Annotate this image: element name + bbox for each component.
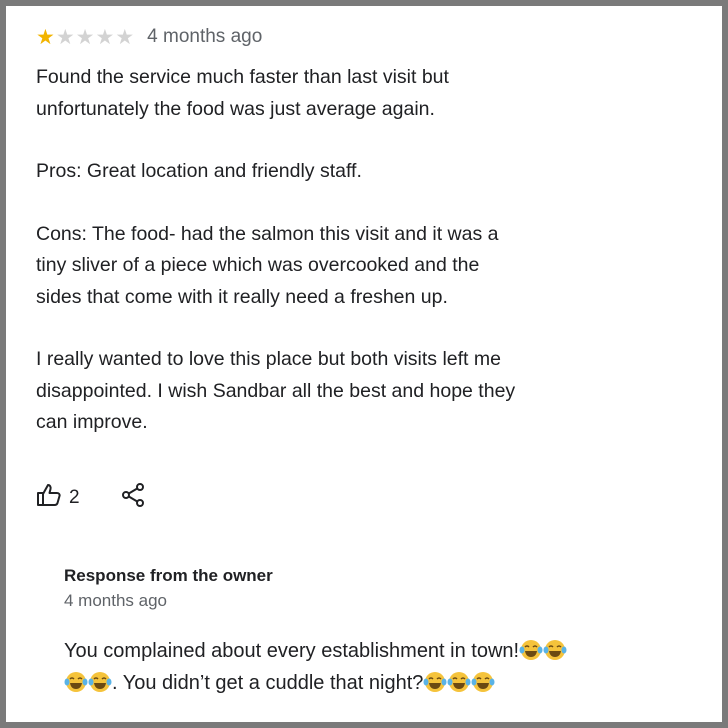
review-actions: 2 [36, 482, 146, 513]
review-text: Found the service much faster than last … [36, 62, 696, 470]
review-date: 4 months ago [147, 26, 263, 47]
star-empty-icon: ★ [115, 25, 135, 49]
star-empty-icon: ★ [55, 25, 75, 49]
response-title: Response from the owner [64, 566, 273, 585]
star-rating: ★ ★ ★ ★ ★ [36, 27, 135, 48]
face-with-tears-of-joy-icon [519, 639, 543, 661]
review-paragraph: Pros: Great location and friendly staff. [36, 160, 362, 182]
face-with-tears-of-joy-icon [471, 671, 495, 693]
like-count: 2 [69, 486, 80, 508]
star-filled-icon: ★ [36, 25, 55, 49]
face-with-tears-of-joy-icon [423, 671, 447, 693]
review-paragraph: I really wanted to love this place but b… [36, 348, 516, 433]
response-text-part: . You didn’t get a cuddle that night? [112, 672, 424, 694]
face-with-tears-of-joy-icon [64, 671, 88, 693]
share-button[interactable] [120, 482, 146, 513]
star-empty-icon: ★ [95, 25, 115, 49]
face-with-tears-of-joy-icon [88, 671, 112, 693]
review-card: ★ ★ ★ ★ ★ 4 months ago Found the service… [6, 6, 722, 722]
review-paragraph: Found the service much faster than last … [36, 66, 449, 120]
response-text-part: You complained about every establishment… [64, 640, 520, 662]
face-with-tears-of-joy-icon [447, 671, 471, 693]
like-button[interactable]: 2 [36, 482, 80, 513]
thumbs-up-icon [36, 482, 62, 513]
share-icon [120, 482, 146, 513]
response-date: 4 months ago [64, 591, 168, 610]
star-empty-icon: ★ [75, 25, 95, 49]
owner-response: Response from the owner 4 months ago You… [64, 566, 704, 699]
face-with-tears-of-joy-icon [543, 639, 567, 661]
response-text: You complained about every establishment… [64, 635, 704, 699]
review-header: ★ ★ ★ ★ ★ 4 months ago [36, 26, 262, 48]
review-paragraph: Cons: The food- had the salmon this visi… [36, 222, 499, 308]
